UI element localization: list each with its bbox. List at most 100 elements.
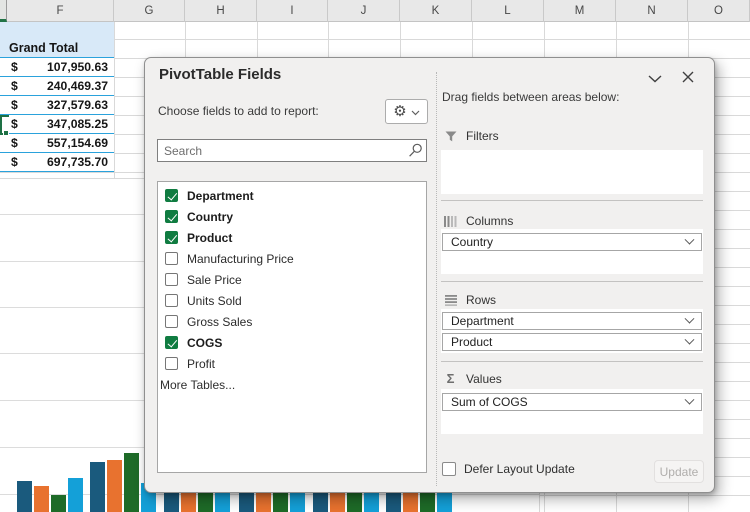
pane-title: PivotTable Fields [159, 66, 282, 83]
columns-label: Columns [466, 214, 514, 228]
field-chip-sum-of-cogs[interactable]: Sum of COGS [442, 393, 702, 411]
chart-bar-green [51, 495, 66, 512]
chevron-down-icon [684, 234, 695, 245]
columns-icon [444, 215, 457, 227]
column-header-selected-sliver[interactable] [0, 0, 7, 22]
chevron-down-icon [684, 313, 695, 324]
field-chip-department[interactable]: Department [442, 312, 702, 330]
selection-border [0, 115, 2, 135]
search-input[interactable] [158, 143, 404, 158]
field-item-cogs[interactable]: COGS [158, 332, 426, 353]
field-label: Units Sold [187, 293, 242, 308]
grand-total-label: Grand Total [9, 41, 79, 55]
rows-label: Rows [466, 293, 497, 307]
field-label: Gross Sales [187, 314, 253, 329]
field-label: Sale Price [187, 272, 242, 287]
currency-symbol: $ [11, 155, 18, 169]
chip-label: Department [451, 314, 514, 328]
cell-value: 697,735.70 [47, 155, 108, 169]
column-header-N[interactable]: N [616, 0, 688, 22]
field-item-product[interactable]: Product [158, 227, 426, 248]
checkbox[interactable] [165, 315, 178, 328]
fill-handle[interactable] [3, 130, 9, 136]
chart-bar-lightblue [68, 478, 83, 512]
grand-total-table[interactable]: Grand Total $107,950.63 $240,469.37 $327,5… [0, 22, 114, 172]
column-header-F[interactable]: F [7, 0, 114, 22]
checkbox-checked[interactable] [165, 189, 178, 202]
field-label: COGS [187, 335, 223, 350]
field-label: Department [187, 188, 254, 203]
excel-window: FGHIJKLMNO Grand Total $107,950.63 $240,4… [0, 0, 750, 512]
defer-layout-row: Defer Layout Update [442, 462, 575, 476]
drop-areas-column: Drag fields between areas below: Filters… [441, 58, 704, 494]
cell-value: 240,469.37 [47, 79, 108, 93]
column-header-M[interactable]: M [544, 0, 616, 22]
chevron-down-icon [411, 103, 420, 121]
values-area-header: Σ Values [444, 371, 502, 386]
chart-bar-orange [107, 460, 122, 512]
defer-layout-checkbox[interactable] [442, 462, 456, 476]
field-item-profit[interactable]: Profit [158, 353, 426, 374]
column-header-H[interactable]: H [185, 0, 257, 22]
checkbox-checked[interactable] [165, 336, 178, 349]
search-box [157, 139, 427, 162]
column-header-I[interactable]: I [257, 0, 328, 22]
table-row[interactable]: $107,950.63 [0, 58, 114, 77]
rows-icon [444, 294, 457, 306]
chevron-down-icon [684, 334, 695, 345]
grand-total-header-cell[interactable]: Grand Total [0, 39, 114, 58]
pane-divider[interactable] [436, 72, 437, 486]
cell-value: 327,579.63 [47, 98, 108, 112]
values-well[interactable]: Sum of COGS [441, 389, 703, 434]
table-header-band [0, 22, 114, 39]
currency-symbol: $ [11, 117, 18, 131]
field-chip-product[interactable]: Product [442, 333, 702, 351]
more-tables-link[interactable]: More Tables... [158, 374, 426, 395]
column-header-G[interactable]: G [114, 0, 185, 22]
field-item-sale-price[interactable]: Sale Price [158, 269, 426, 290]
chart-bar-orange [34, 486, 49, 512]
filter-icon [444, 131, 457, 142]
cell-value: 347,085.25 [47, 117, 108, 131]
rows-well[interactable]: Department Product [441, 309, 703, 353]
columns-area-header: Columns [444, 214, 513, 228]
search-icon[interactable] [404, 143, 426, 158]
gear-icon: ⚙ [393, 103, 407, 120]
currency-symbol: $ [11, 136, 18, 150]
column-header-L[interactable]: L [472, 0, 544, 22]
column-header-row: FGHIJKLMNO [0, 0, 750, 22]
filters-label: Filters [466, 129, 499, 143]
update-button[interactable]: Update [654, 460, 704, 483]
field-item-units-sold[interactable]: Units Sold [158, 290, 426, 311]
cell-value: 557,154.69 [47, 136, 108, 150]
cell-value: 107,950.63 [47, 60, 108, 74]
table-row[interactable]: $347,085.25 [0, 115, 114, 134]
currency-symbol: $ [11, 60, 18, 74]
table-row[interactable]: $557,154.69 [0, 134, 114, 153]
column-header-O[interactable]: O [688, 0, 750, 22]
field-label: Manufacturing Price [187, 251, 294, 266]
field-label: Product [187, 230, 233, 245]
column-header-J[interactable]: J [328, 0, 400, 22]
field-chip-country[interactable]: Country [442, 233, 702, 251]
checkbox[interactable] [165, 273, 178, 286]
field-item-department[interactable]: Department [158, 185, 426, 206]
drag-fields-label: Drag fields between areas below: [442, 90, 620, 104]
column-header-K[interactable]: K [400, 0, 472, 22]
defer-layout-label: Defer Layout Update [464, 462, 575, 476]
checkbox[interactable] [165, 252, 178, 265]
table-row[interactable]: $697,735.70 [0, 153, 114, 172]
field-item-gross-sales[interactable]: Gross Sales [158, 311, 426, 332]
field-item-manufacturing-price[interactable]: Manufacturing Price [158, 248, 426, 269]
checkbox[interactable] [165, 357, 178, 370]
checkbox-checked[interactable] [165, 210, 178, 223]
field-item-country[interactable]: Country [158, 206, 426, 227]
checkbox-checked[interactable] [165, 231, 178, 244]
columns-well[interactable]: Country [441, 229, 703, 274]
choose-fields-label: Choose fields to add to report: [158, 104, 319, 118]
filters-well[interactable] [441, 150, 703, 194]
checkbox[interactable] [165, 294, 178, 307]
tools-button[interactable]: ⚙ [385, 99, 428, 124]
table-row[interactable]: $240,469.37 [0, 77, 114, 96]
table-row[interactable]: $327,579.63 [0, 96, 114, 115]
